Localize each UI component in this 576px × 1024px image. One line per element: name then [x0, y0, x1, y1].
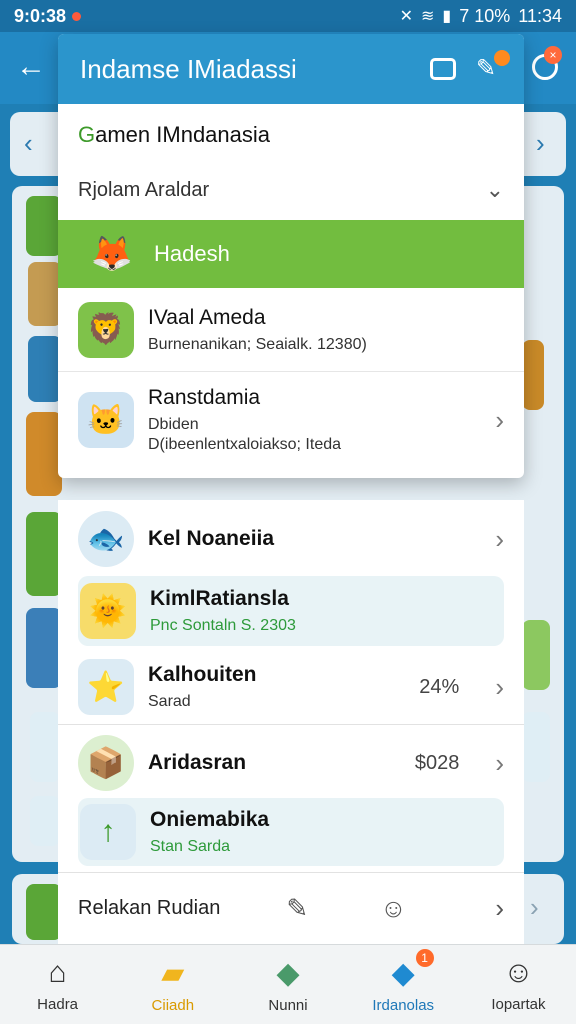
- list-item-subtitle: Stan Sarda: [150, 838, 231, 855]
- wifi-icon: ≋: [421, 8, 435, 25]
- list-item-title: Kalhouiten: [148, 663, 257, 686]
- list-item-title: Kel Noaneiia: [148, 527, 275, 550]
- list-item[interactable]: ⭐ Kalhouiten Sarad 24% ›: [58, 652, 524, 722]
- cube-icon: ◆: [276, 956, 300, 990]
- edit-message-icon[interactable]: ✎: [286, 893, 308, 924]
- dropdown-label: Rjolam Araldar: [78, 178, 210, 201]
- list-item-subtitle: Pnc Sontaln S. 2303: [150, 617, 296, 634]
- list-item-title: KimlRatiansla: [150, 587, 289, 610]
- chevron-left-icon[interactable]: ‹: [24, 128, 33, 159]
- background-game-tile: [26, 196, 62, 256]
- arrow-up-icon: ↑: [80, 804, 136, 860]
- page-title: Indamse IMiadassi: [80, 53, 297, 84]
- chevron-right-icon: ›: [495, 671, 504, 702]
- fish-character-icon: 🐟: [78, 511, 134, 567]
- list-item[interactable]: 🐟 Kel Noaneiia ›: [58, 504, 524, 574]
- list-item-title: Oniemabika: [150, 808, 270, 831]
- background-game-tile: [28, 262, 62, 326]
- nav-item-cube[interactable]: ◆ Nunni: [230, 945, 345, 1024]
- modal-header: Indamse IMiadassi ✎: [58, 34, 524, 104]
- notification-dot: [72, 11, 82, 21]
- back-arrow-icon[interactable]: ←: [16, 50, 46, 84]
- nav-label: Iopartak: [491, 996, 546, 1013]
- window-icon[interactable]: [430, 58, 456, 80]
- chevron-right-icon: ›: [495, 404, 504, 435]
- background-game-tile: [522, 620, 550, 690]
- list-item[interactable]: 📦 Aridasran $028 ›: [58, 728, 524, 798]
- chevron-right-icon[interactable]: ›: [536, 128, 545, 159]
- lion-character-icon: 🦁: [78, 301, 134, 358]
- nav-item-box[interactable]: ◆ 1 Irdanolas: [346, 945, 461, 1024]
- nav-label: Hadra: [37, 996, 79, 1013]
- background-game-tile: [26, 884, 62, 940]
- blue-box-icon: ◆: [391, 956, 415, 990]
- nav-item-folder[interactable]: ▰ Ciiadh: [115, 945, 230, 1024]
- nav-label: Ciiadh: [151, 996, 195, 1014]
- status-bar: 9:0:38 ✕ ≋ ▮ 7 10% 11:34: [0, 0, 576, 32]
- bottom-nav: ⌂ Hadra ▰ Ciiadh ◆ Nunni ◆ 1 Irdanolas ☺…: [0, 944, 576, 1024]
- sun-character-icon: 🌞: [80, 583, 136, 639]
- chevron-right-icon: ›: [495, 747, 504, 778]
- chevron-down-icon: ⌄: [485, 177, 504, 202]
- mute-icon: ✕: [399, 8, 414, 25]
- notification-badge: [494, 50, 510, 66]
- chevron-right-icon: ›: [495, 523, 504, 554]
- background-game-tile: [522, 340, 544, 410]
- list-item-title: IVaal Ameda: [148, 305, 266, 329]
- selected-row-label: Hadesh: [154, 241, 230, 266]
- background-game-tile: [26, 608, 62, 688]
- region-dropdown[interactable]: Rjolam Araldar ⌄: [58, 160, 524, 220]
- game-picker-modal: Indamse IMiadassi ✎ Gamen IMndanasia Rjo…: [58, 34, 524, 478]
- list-item-detail: D(ibeenlentxaloiakso; Iteda: [148, 436, 342, 453]
- nav-item-home[interactable]: ⌂ Hadra: [0, 945, 115, 1024]
- star-character-icon: ⭐: [78, 659, 134, 715]
- nav-item-profile[interactable]: ☺ Iopartak: [461, 945, 576, 1024]
- background-game-tile: [26, 512, 62, 596]
- folder-icon: ▰: [161, 956, 185, 990]
- chevron-right-icon[interactable]: ›: [530, 892, 539, 923]
- background-game-tile: [30, 796, 60, 846]
- battery-percent: 7 10%: [459, 5, 511, 26]
- list-item[interactable]: ↑ Oniemabika Stan Sarda: [78, 798, 504, 866]
- footer-label: Relakan Rudian: [78, 897, 221, 919]
- status-time-right: 11:34: [518, 5, 562, 26]
- background-game-tile: [30, 712, 60, 782]
- list-item-value: $028: [414, 751, 460, 774]
- background-game-tile: [522, 712, 550, 782]
- divider: [58, 724, 524, 725]
- close-badge-icon[interactable]: ×: [544, 46, 562, 64]
- background-game-tile: [26, 412, 62, 496]
- list-item-value: 24%: [419, 675, 460, 698]
- fox-character-icon: 🦊: [90, 235, 134, 273]
- list-item-title: Ranstdamia: [148, 386, 261, 409]
- list-item-title: Aridasran: [148, 751, 247, 774]
- edit-icon[interactable]: ✎: [476, 50, 510, 82]
- chevron-right-icon[interactable]: ›: [495, 893, 504, 924]
- notification-badge: 1: [415, 949, 434, 967]
- signal-icon: ▮: [442, 8, 452, 25]
- box-icon: 📦: [78, 735, 134, 791]
- list-item-subtitle: Burnenanikan; Seaialk. 12380): [148, 335, 367, 353]
- user-icon: ☺: [503, 956, 534, 989]
- list-item[interactable]: 🌞 KimlRatiansla Pnc Sontaln S. 2303: [78, 576, 504, 646]
- footer-row[interactable]: Relakan Rudian ✎ ☺ ›: [58, 872, 524, 944]
- nav-label: Nunni: [268, 996, 308, 1014]
- cat-character-icon: 🐱: [78, 392, 134, 448]
- background-game-tile: [28, 336, 62, 402]
- list-item[interactable]: 🐱 Ranstdamia Dbiden D(ibeenlentxaloiakso…: [58, 372, 524, 468]
- home-icon: ⌂: [48, 956, 67, 989]
- list-item-subtitle: Dbiden: [148, 416, 199, 433]
- game-list: 🐟 Kel Noaneiia › 🌞 KimlRatiansla Pnc Son…: [58, 500, 524, 944]
- status-time-left: 9:0:38: [14, 5, 67, 26]
- modal-subtitle: Gamen IMndanasia: [78, 122, 271, 147]
- user-icon[interactable]: ☺: [380, 893, 407, 924]
- nav-label: Irdanolas: [372, 996, 435, 1014]
- list-item-subtitle: Sarad: [148, 693, 191, 710]
- list-item[interactable]: 🦁 IVaal Ameda Burnenanikan; Seaialk. 123…: [58, 288, 524, 372]
- selected-row[interactable]: 🦊 Hadesh: [58, 220, 524, 288]
